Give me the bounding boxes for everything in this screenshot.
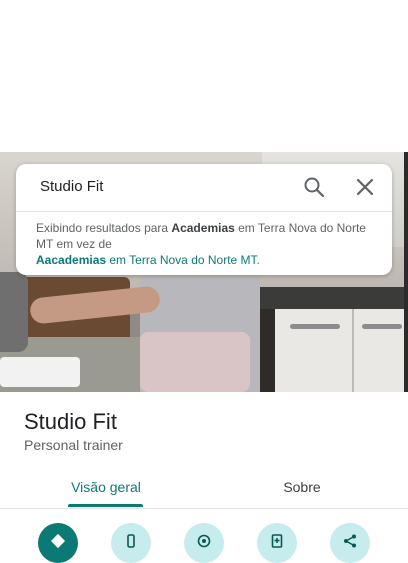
search-icon[interactable] — [302, 175, 326, 199]
tabs-divider — [0, 508, 408, 509]
search-bar[interactable]: Studio Fit — [16, 164, 392, 210]
photo-handle — [290, 324, 340, 329]
photo-handle — [362, 324, 402, 329]
tab-about[interactable]: Sobre — [196, 466, 408, 508]
nearby-button[interactable] — [184, 523, 224, 563]
original-term-link[interactable]: Aacademias — [36, 253, 106, 267]
share-icon — [344, 534, 356, 548]
photo-cloth — [0, 357, 80, 387]
save-button[interactable] — [257, 523, 297, 563]
active-tab-indicator — [68, 504, 143, 507]
note-suffix[interactable]: em Terra Nova do Norte MT — [106, 253, 256, 267]
close-icon[interactable] — [353, 175, 377, 199]
directions-button[interactable] — [38, 523, 78, 563]
spelling-note: Exibindo resultados para Academias em Te… — [36, 220, 376, 268]
blank-area — [0, 0, 408, 152]
share-button[interactable] — [330, 523, 370, 563]
corrected-term: Academias — [171, 221, 235, 235]
place-category: Personal trainer — [24, 437, 123, 453]
photo-edge — [404, 152, 408, 392]
phone-icon — [127, 534, 135, 548]
directions-icon — [50, 533, 66, 549]
call-button[interactable] — [111, 523, 151, 563]
note-end: . — [256, 253, 260, 267]
tab-bar: Visão geral Sobre — [0, 466, 408, 508]
photo-counter — [250, 287, 408, 309]
tab-overview[interactable]: Visão geral — [0, 466, 212, 508]
photo-lower-cabinet — [275, 309, 408, 392]
location-icon — [197, 534, 211, 548]
place-title: Studio Fit — [24, 409, 117, 434]
photo-cabinet-line — [352, 309, 354, 392]
search-divider — [16, 211, 392, 212]
save-icon — [271, 534, 283, 548]
search-input[interactable]: Studio Fit — [40, 178, 103, 195]
search-card: Studio Fit Exibindo resultados para Acad… — [16, 164, 392, 275]
photo-towel — [140, 332, 250, 392]
note-prefix: Exibindo resultados para — [36, 221, 172, 235]
photo-kettle — [0, 272, 28, 352]
